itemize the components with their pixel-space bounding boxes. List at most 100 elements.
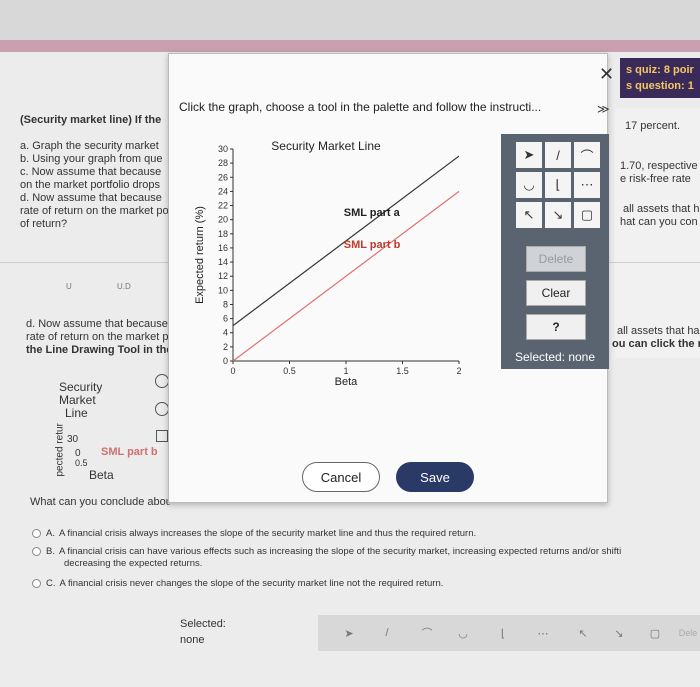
y-tick-label: 2	[223, 342, 228, 352]
y-tick-label: 26	[218, 172, 228, 182]
delete-button[interactable]: Delete	[526, 246, 586, 272]
y-tick-label: 16	[218, 243, 228, 253]
rectangle-icon[interactable]: ▢	[574, 202, 600, 228]
y-tick-label: 28	[218, 158, 228, 168]
dotted-line-icon[interactable]: ⋯	[574, 172, 600, 198]
bottom-dotted-line-icon[interactable]: ⋯	[534, 624, 552, 642]
bottom-selected-value: none	[180, 634, 205, 646]
accent-band	[0, 40, 700, 52]
thumb-tick-top: 30	[67, 434, 79, 445]
radio-a[interactable]	[32, 529, 41, 538]
radio-c[interactable]	[32, 579, 41, 588]
browser-top-band	[0, 0, 700, 40]
choice-b-letter: B.	[46, 546, 55, 557]
repeat-part-d: d. Now assume that because	[26, 318, 168, 330]
zoom-in-icon[interactable]	[155, 374, 169, 388]
external-link-icon[interactable]	[156, 430, 168, 442]
thumb-title-3: Line	[65, 407, 88, 420]
thumb-series-label: SML part b	[101, 446, 158, 458]
graph-dialog: Click the graph, choose a tool in the pa…	[168, 53, 614, 503]
bottom-curve-tool-icon[interactable]: ⌒	[418, 624, 436, 642]
choice-b[interactable]: B. A financial crisis can have various e…	[32, 546, 621, 557]
series-label-a: SML part a	[344, 207, 401, 219]
problem-part-d: d. Now assume that because	[20, 192, 162, 204]
conclude-question: What can you conclude about	[30, 496, 170, 508]
chevron-down-icon[interactable]: ≫	[597, 102, 610, 116]
line-tool-icon[interactable]: /	[545, 142, 571, 168]
choice-b-text: A financial crisis can have various effe…	[58, 546, 622, 557]
close-icon[interactable]: ✕	[599, 64, 614, 85]
dialog-instructions: Click the graph, choose a tool in the pa…	[179, 100, 542, 114]
problem-right-c2: e risk-free rate	[620, 173, 691, 185]
u-label: U	[66, 282, 72, 291]
problem-part-c-cont: on the market portfolio drops	[20, 179, 161, 191]
curve-up-icon[interactable]: ◡	[516, 172, 542, 198]
thumb-tick-x: 0.5	[75, 458, 88, 468]
repeat-part-d-cont: rate of return on the market po	[26, 331, 171, 343]
y-tick-label: 12	[218, 271, 228, 281]
zoom-out-icon[interactable]	[155, 402, 169, 416]
y-tick-label: 20	[218, 215, 228, 225]
cancel-button[interactable]: Cancel	[302, 462, 380, 492]
ud-label: U.D	[117, 282, 131, 291]
x-tick-label: 1.5	[396, 366, 409, 376]
bottom-arrow-line-icon[interactable]: ↖	[574, 624, 592, 642]
y-tick-label: 8	[223, 299, 228, 309]
thumb-ylabel: pected retur	[54, 423, 66, 477]
save-button[interactable]: Save	[396, 462, 474, 492]
y-tick-label: 14	[218, 257, 228, 267]
chart-xlabel: Beta	[335, 376, 359, 388]
radio-b[interactable]	[32, 547, 41, 556]
bottom-line-tool-icon[interactable]: /	[378, 624, 396, 642]
thumb-xlabel: Beta	[89, 469, 114, 482]
problem-right-d1: all assets that h	[623, 203, 700, 215]
problem-heading: (Security market line) If the	[20, 114, 162, 126]
choice-c[interactable]: C. A financial crisis never changes the …	[32, 578, 443, 589]
pointer-icon[interactable]: ➤	[516, 142, 542, 168]
choice-b-cont: decreasing the expected returns.	[64, 558, 202, 569]
quiz-info-panel: s quiz: 8 poir s question: 1	[620, 58, 700, 98]
divider	[0, 262, 168, 263]
y-tick-label: 4	[223, 328, 228, 338]
choice-a-letter: A.	[46, 528, 55, 539]
x-tick-label: 0	[230, 366, 235, 376]
choice-a[interactable]: A. A financial crisis always increases t…	[32, 528, 476, 539]
bottom-curve-up-icon[interactable]: ◡	[454, 624, 472, 642]
chart-ylabel: Expected return (%)	[194, 206, 206, 304]
problem-part-d-end: of return?	[20, 218, 68, 230]
bottom-delete-button[interactable]: Dele	[676, 624, 700, 642]
y-tick-label: 24	[218, 186, 228, 196]
bottom-vertical-curve-icon[interactable]: ⌊	[494, 624, 512, 642]
y-tick-label: 6	[223, 314, 228, 324]
vertical-curve-icon[interactable]: ⌊	[545, 172, 571, 198]
choice-c-letter: C.	[46, 578, 56, 589]
quiz-points: s quiz: 8 poir	[626, 64, 694, 76]
problem-part-c: c. Now assume that because	[20, 166, 162, 178]
thumb-title-1: Security	[59, 381, 103, 394]
problem-right-c1: 1.70, respective	[620, 160, 698, 172]
quiz-question: s question: 1	[626, 80, 694, 92]
choice-b-text-cont: decreasing the expected returns.	[64, 558, 203, 569]
y-tick-label: 10	[218, 285, 228, 295]
arrow-line-down-icon[interactable]: ↘	[545, 202, 571, 228]
bottom-pointer-icon[interactable]: ➤	[340, 624, 358, 642]
bottom-arrow-line-down-icon[interactable]: ↘	[610, 624, 628, 642]
problem-part-a: a. Graph the security market	[20, 140, 159, 152]
x-tick-label: 1	[343, 366, 348, 376]
problem-tail: 17 percent.	[625, 120, 681, 132]
bottom-rectangle-icon[interactable]: ▢	[646, 624, 664, 642]
chart-title: Security Market Line	[271, 139, 381, 153]
help-button[interactable]: ?	[526, 314, 586, 340]
divider	[608, 262, 700, 263]
clear-button[interactable]: Clear	[526, 280, 586, 306]
right-text-column	[615, 108, 700, 358]
x-tick-label: 2	[456, 366, 461, 376]
problem-part-d-cont: rate of return on the market po	[20, 205, 169, 217]
curve-tool-icon[interactable]: ⌒	[574, 142, 600, 168]
y-tick-label: 22	[218, 201, 228, 211]
selected-status: Selected: none	[514, 350, 596, 364]
y-tick-label: 18	[218, 229, 228, 239]
sml-chart[interactable]: Security Market Line Expected return (%)…	[191, 136, 491, 446]
arrow-line-icon[interactable]: ↖	[516, 202, 542, 228]
choice-a-text: A financial crisis always increases the …	[58, 528, 477, 539]
